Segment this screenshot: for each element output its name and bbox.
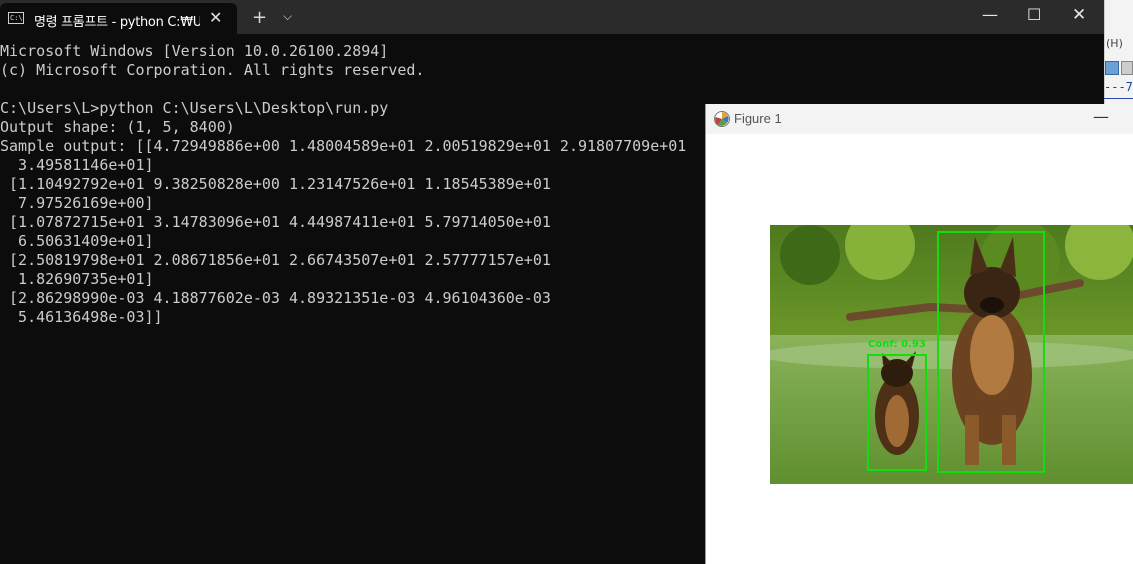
detection-box-dog: [937, 231, 1045, 473]
figure-titlebar[interactable]: Figure 1 —: [706, 104, 1133, 134]
console-line: [2.50819798e+01 2.08671856e+01 2.6674350…: [0, 251, 551, 269]
detection-label: Conf: 0.93: [868, 339, 926, 350]
new-tab-button[interactable]: +: [252, 7, 267, 28]
matplotlib-icon: [714, 111, 730, 127]
console-line: [2.86298990e-03 4.18877602e-03 4.8932135…: [0, 289, 551, 307]
background-toolbar-icon[interactable]: [1121, 61, 1133, 75]
console-line: (c) Microsoft Corporation. All rights re…: [0, 61, 425, 79]
background-menu-help[interactable]: (H): [1106, 37, 1123, 50]
cmd-prompt-icon: C:\: [8, 12, 24, 24]
console-line: 6.50631409e+01]: [0, 232, 154, 250]
console-line: Microsoft Windows [Version 10.0.26100.28…: [0, 42, 389, 60]
console-line: Output shape: (1, 5, 8400): [0, 118, 235, 136]
console-line: [1.10492792e+01 9.38250828e+00 1.2314752…: [0, 175, 551, 193]
console-line: 5.46136498e-03]]: [0, 308, 163, 326]
close-tab-icon[interactable]: ✕: [209, 8, 222, 27]
detection-image: Conf: 0.93: [770, 225, 1133, 484]
console-line: C:\Users\L>python C:\Users\L\Desktop\run…: [0, 99, 389, 117]
terminal-tab[interactable]: C:\ 명령 프롬프트 - python C:₩Users₩L₩Desktop₩…: [0, 3, 237, 34]
maximize-icon[interactable]: ☐: [1027, 5, 1041, 24]
background-toolbar-icon[interactable]: [1105, 61, 1119, 75]
console-line: [1.07872715e+01 3.14783096e+01 4.4498741…: [0, 213, 551, 231]
console-output[interactable]: Microsoft Windows [Version 10.0.26100.28…: [0, 42, 686, 327]
chevron-down-icon[interactable]: ⌵: [283, 9, 292, 24]
console-line: 7.97526169e+00]: [0, 194, 154, 212]
tab-title: 명령 프롬프트 - python C:₩Users₩L₩Desktop₩run.…: [34, 15, 200, 30]
console-line: Sample output: [[4.72949886e+00 1.480045…: [0, 137, 687, 155]
console-line: 1.82690735e+01]: [0, 270, 154, 288]
close-icon[interactable]: ✕: [1072, 5, 1086, 25]
minimize-icon[interactable]: —: [982, 5, 998, 24]
terminal-titlebar[interactable]: C:\ 명령 프롬프트 - python C:₩Users₩L₩Desktop₩…: [0, 0, 1104, 34]
detection-box-puppy: [867, 354, 927, 471]
console-line: 3.49581146e+01]: [0, 156, 154, 174]
figure-window: Figure 1 — Conf: 0.93: [705, 104, 1133, 564]
minimize-icon[interactable]: —: [1093, 107, 1109, 126]
background-text: ---7: [1104, 80, 1133, 94]
background-divider: [1104, 98, 1133, 99]
figure-title: Figure 1: [734, 111, 782, 126]
